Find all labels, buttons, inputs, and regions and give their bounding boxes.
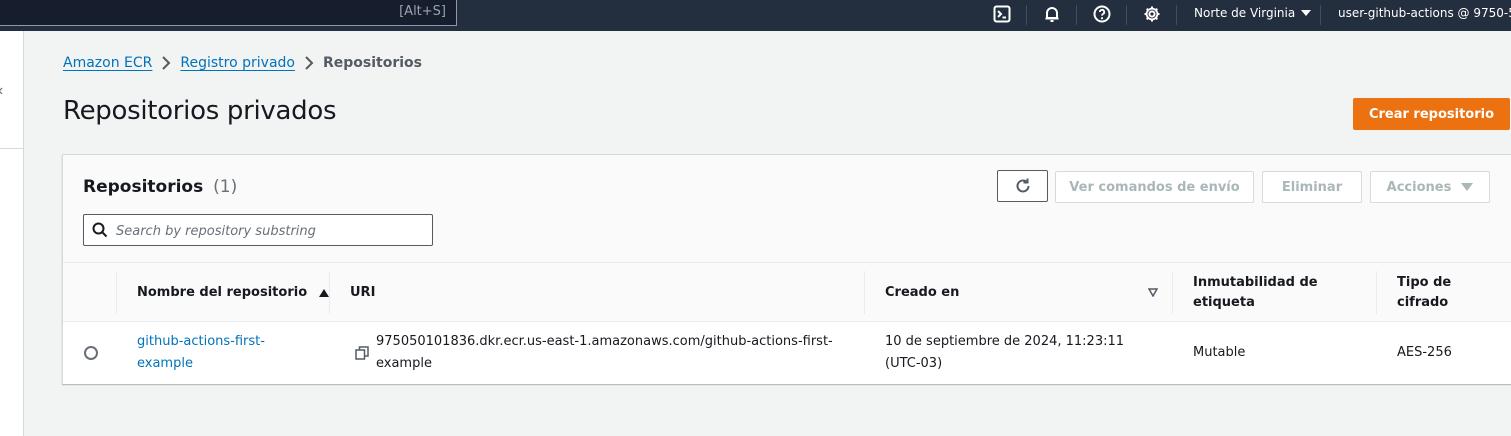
breadcrumb: Amazon ECR Registro privado Repositorios	[63, 55, 422, 71]
column-header-immutability[interactable]: Inmutabilidad de etiqueta	[1193, 263, 1318, 322]
encryption-cell: AES-256	[1397, 322, 1452, 384]
page-title: Repositorios privados	[63, 96, 337, 126]
repository-name-line2: example	[137, 356, 193, 371]
repository-search	[83, 214, 433, 246]
repository-name-link[interactable]: github-actions-first-example	[137, 331, 265, 375]
sort-indicator-icon	[1148, 288, 1158, 297]
side-navigation-divider	[0, 148, 23, 149]
panel-header: Repositorios (1) Ver comandos de envío E…	[63, 155, 1511, 263]
topbar-divider	[1176, 5, 1177, 25]
table-row: github-actions-first-example 97505010183…	[63, 322, 1511, 384]
column-header-encryption[interactable]: Tipo de cifrado	[1397, 263, 1451, 322]
table-header: Nombre del repositorio URI Creado en Inm…	[63, 263, 1511, 322]
topbar-divider	[1026, 5, 1027, 25]
repository-uri-cell: 975050101836.dkr.ecr.us-east-1.amazonaws…	[376, 322, 833, 384]
panel-title: Repositorios (1)	[83, 177, 237, 197]
topbar-divider	[1076, 5, 1077, 25]
immutability-cell: Mutable	[1193, 322, 1245, 384]
region-selector[interactable]: Norte de Virginia	[1194, 6, 1312, 20]
help-icon[interactable]	[1091, 3, 1113, 25]
created-at-line2: (UTC-03)	[885, 356, 943, 371]
delete-button[interactable]: Eliminar	[1262, 171, 1362, 203]
chevron-down-icon	[1301, 10, 1312, 16]
repository-name-line1: github-actions-first-	[137, 334, 265, 349]
repository-name-cell: github-actions-first-example	[137, 322, 265, 384]
immutability-value: Mutable	[1193, 345, 1246, 360]
column-name-label: Nombre del repositorio	[137, 284, 308, 300]
column-immutability-label: Inmutabilidad de etiqueta	[1193, 273, 1318, 313]
view-push-commands-button[interactable]: Ver comandos de envío	[1055, 171, 1254, 203]
column-header-uri: URI	[350, 263, 375, 322]
sort-ascending-icon	[319, 288, 330, 297]
panel-title-text: Repositorios	[83, 177, 204, 197]
region-label: Norte de Virginia	[1194, 6, 1296, 20]
column-divider	[116, 271, 117, 314]
global-search-box[interactable]: [Alt+S]	[0, 0, 457, 26]
search-input[interactable]	[116, 221, 426, 241]
chevron-right-icon	[295, 56, 323, 70]
create-repository-button[interactable]: Crear repositorio	[1353, 98, 1510, 130]
side-navigation-toggle-icon[interactable]: ‹	[0, 82, 3, 100]
column-uri-label: URI	[350, 284, 376, 300]
created-at-line1: 10 de septiembre de 2024, 11:23:11	[885, 334, 1125, 349]
column-divider	[1172, 271, 1173, 314]
breadcrumb-amazon-ecr[interactable]: Amazon ECR	[63, 55, 152, 71]
refresh-icon	[1016, 178, 1029, 193]
actions-label: Acciones	[1386, 179, 1452, 195]
breadcrumb-registro-privado[interactable]: Registro privado	[180, 55, 295, 71]
copy-icon[interactable]	[355, 346, 369, 360]
column-header-created[interactable]: Creado en	[885, 263, 959, 322]
search-icon	[92, 222, 108, 238]
bell-icon[interactable]	[1041, 3, 1063, 25]
chevron-down-icon	[1461, 183, 1474, 191]
account-label: user-github-actions @ 9750-50	[1338, 6, 1511, 20]
cloudshell-icon[interactable]	[991, 3, 1013, 25]
row-select-radio[interactable]	[84, 346, 98, 360]
topbar-divider	[1126, 5, 1127, 25]
column-immutability-line2: etiqueta	[1193, 294, 1255, 310]
repositories-panel: Repositorios (1) Ver comandos de envío E…	[62, 154, 1511, 384]
top-navigation-bar: [Alt+S] Norte de Virginia user-github-ac…	[0, 0, 1511, 31]
repository-uri-line2: example	[376, 356, 432, 371]
actions-dropdown-button[interactable]: Acciones	[1370, 171, 1490, 203]
side-navigation-collapsed: ‹	[0, 31, 24, 436]
column-divider	[864, 271, 865, 314]
column-header-name[interactable]: Nombre del repositorio	[137, 263, 330, 322]
created-at-cell: 10 de septiembre de 2024, 11:23:11 (UTC-0…	[885, 322, 1124, 384]
column-encryption-line2: cifrado	[1397, 294, 1449, 310]
created-at: 10 de septiembre de 2024, 11:23:11 (UTC-0…	[885, 331, 1124, 375]
column-divider	[1376, 271, 1377, 314]
search-shortcut-hint: [Alt+S]	[399, 4, 446, 19]
repository-uri: 975050101836.dkr.ecr.us-east-1.amazonaws…	[376, 331, 833, 375]
topbar-divider	[1320, 5, 1321, 25]
column-encryption-label: Tipo de cifrado	[1397, 273, 1451, 313]
gear-icon[interactable]	[1141, 3, 1163, 25]
repository-uri-line1: 975050101836.dkr.ecr.us-east-1.amazonaws…	[376, 334, 833, 349]
breadcrumb-current: Repositorios	[322, 55, 422, 71]
column-immutability-line1: Inmutabilidad de	[1193, 274, 1318, 290]
refresh-button[interactable]	[997, 170, 1048, 202]
encryption-value: AES-256	[1397, 345, 1452, 360]
account-menu[interactable]: user-github-actions @ 9750-50	[1338, 6, 1511, 20]
chevron-right-icon	[152, 56, 180, 70]
column-encryption-line1: Tipo de	[1397, 274, 1452, 290]
repository-count: (1)	[213, 177, 238, 197]
column-created-label: Creado en	[885, 284, 960, 300]
column-divider	[329, 271, 330, 314]
